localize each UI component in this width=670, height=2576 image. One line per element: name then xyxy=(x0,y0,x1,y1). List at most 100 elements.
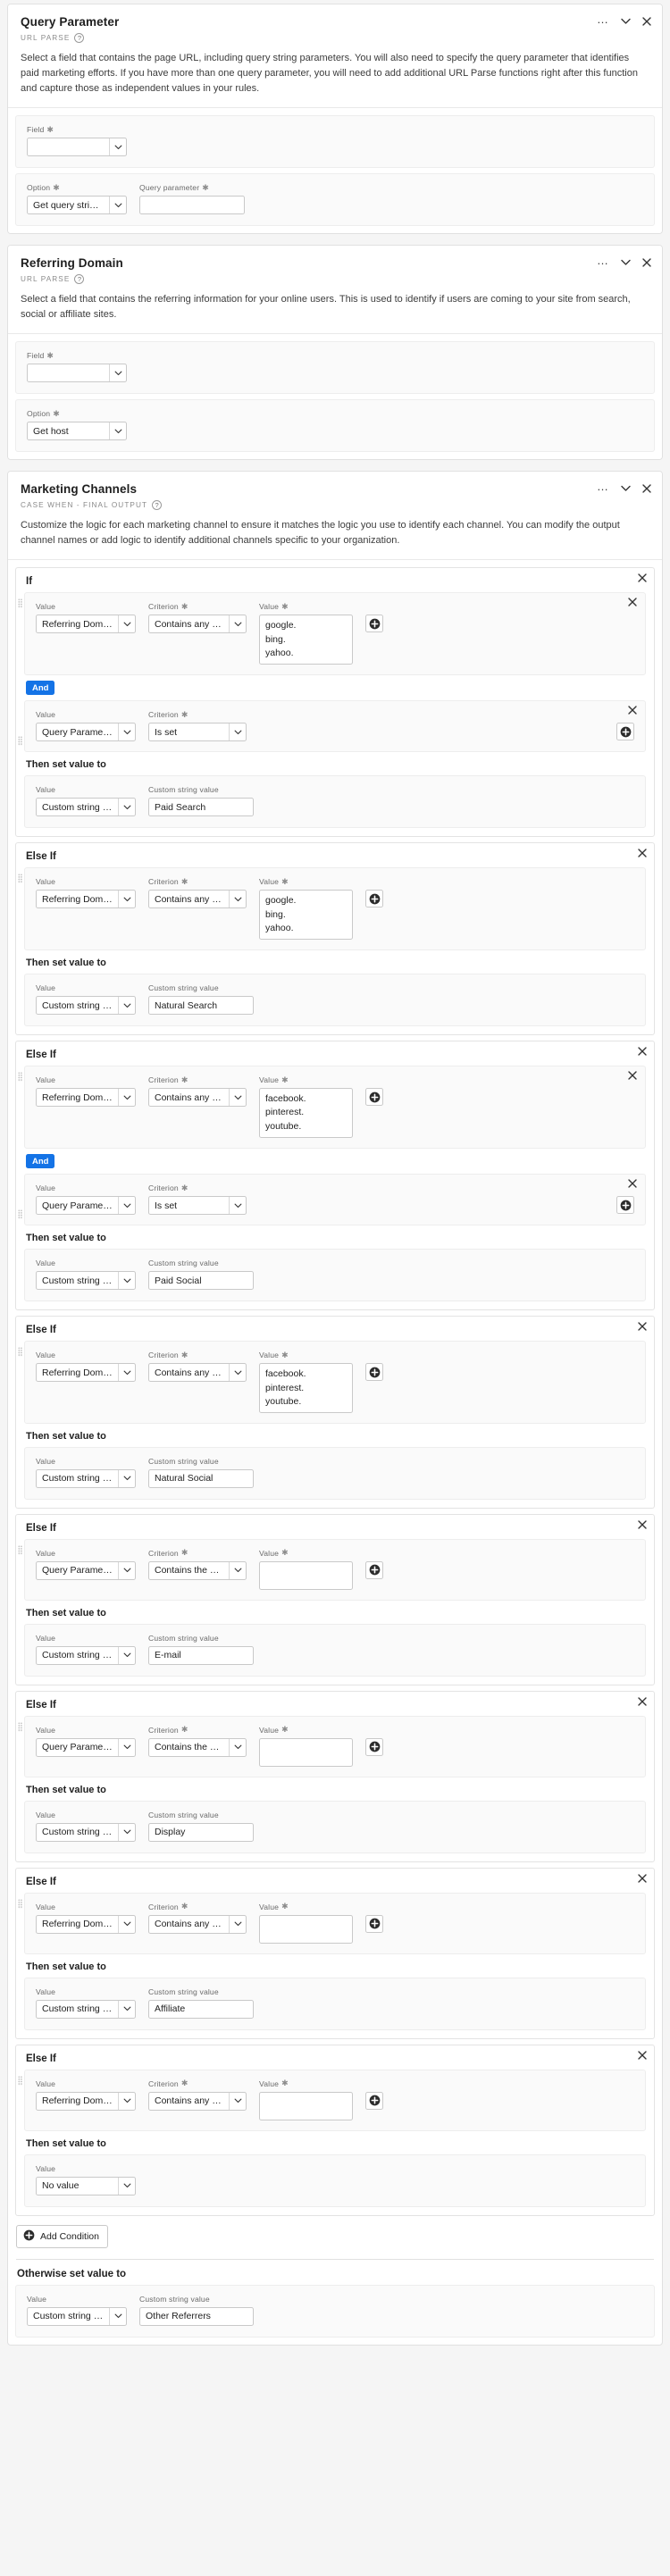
criterion-operator-select[interactable]: Is set xyxy=(148,723,247,742)
remove-condition-icon[interactable] xyxy=(638,1697,647,1706)
then-value-select[interactable]: Custom string value xyxy=(36,1999,136,2019)
drag-handle[interactable] xyxy=(18,874,22,884)
field-select[interactable] xyxy=(27,138,127,157)
then-value-select[interactable]: No value xyxy=(36,2176,136,2195)
add-value-button[interactable] xyxy=(365,1914,383,1933)
add-value-button[interactable] xyxy=(365,1560,383,1579)
and-joiner-button[interactable]: And xyxy=(26,681,55,696)
then-custom-input[interactable]: Display xyxy=(148,1822,254,1842)
more-options-icon[interactable]: … xyxy=(597,13,609,29)
otherwise-value-select[interactable]: Custom string value xyxy=(27,2306,127,2326)
chevron-down-icon[interactable] xyxy=(621,259,631,266)
criterion-operator-label: Criterion ✱ xyxy=(148,2079,247,2088)
add-value-button[interactable] xyxy=(365,1363,383,1382)
drag-handle[interactable] xyxy=(18,736,22,747)
drag-handle[interactable] xyxy=(18,1721,22,1732)
then-value-select[interactable]: Custom string value xyxy=(36,996,136,1016)
then-custom-label: Custom string value xyxy=(148,1811,254,1819)
criterion-value-select[interactable]: Query Parameter xyxy=(36,1560,136,1580)
remove-condition-icon[interactable] xyxy=(638,1520,647,1529)
criterion-target-input[interactable]: google. bing. yahoo. xyxy=(259,890,353,941)
drag-handle[interactable] xyxy=(18,1209,22,1220)
criterion-value-select[interactable]: Referring Domain xyxy=(36,1363,136,1383)
criterion-operator-select[interactable]: Contains any term xyxy=(148,1914,247,1934)
criterion-operator-select[interactable]: Contains the phrase xyxy=(148,1737,247,1757)
add-value-button[interactable] xyxy=(365,2091,383,2110)
otherwise-custom-input[interactable]: Other Referrers xyxy=(139,2306,254,2326)
add-value-button[interactable] xyxy=(365,1737,383,1756)
criterion-operator-select[interactable]: Contains any term xyxy=(148,2091,247,2111)
criterion-value-select[interactable]: Query Parameter xyxy=(36,723,136,742)
criterion-operator-group: Criterion ✱ Contains any term xyxy=(148,877,247,909)
then-custom-input[interactable]: E-mail xyxy=(148,1645,254,1665)
then-custom-input[interactable]: Affiliate xyxy=(148,1999,254,2019)
then-value-select[interactable]: Custom string value xyxy=(36,1468,136,1488)
criterion-operator-select[interactable]: Contains any term xyxy=(148,1088,247,1108)
add-value-button[interactable] xyxy=(616,1196,634,1215)
criterion-operator-select[interactable]: Contains any term xyxy=(148,890,247,909)
remove-condition-icon[interactable] xyxy=(638,573,647,583)
criterion-target-input[interactable] xyxy=(259,1560,353,1590)
criterion-target-input[interactable] xyxy=(259,2091,353,2120)
criterion-target-input[interactable]: facebook. pinterest. youtube. xyxy=(259,1088,353,1138)
option-select[interactable]: Get host xyxy=(27,422,127,441)
then-value-select[interactable]: Custom string value xyxy=(36,798,136,817)
add-value-button[interactable] xyxy=(365,890,383,908)
criterion-target-input[interactable] xyxy=(259,1914,353,1944)
criterion-value-select[interactable]: Query Parameter xyxy=(36,1737,136,1757)
add-value-button[interactable] xyxy=(365,615,383,633)
remove-criterion-icon[interactable] xyxy=(628,1179,637,1188)
add-condition-button[interactable]: Add Condition xyxy=(16,2224,108,2248)
remove-condition-icon[interactable] xyxy=(638,1874,647,1883)
drag-handle[interactable] xyxy=(18,2075,22,2086)
criterion-operator-select[interactable]: Is set xyxy=(148,1196,247,1216)
criterion-value-select[interactable]: Referring Domain xyxy=(36,890,136,909)
option-select[interactable]: Get query string value xyxy=(27,196,127,215)
then-custom-input[interactable]: Paid Social xyxy=(148,1271,254,1291)
remove-criterion-icon[interactable] xyxy=(628,706,637,715)
criterion-value-select[interactable]: Referring Domain xyxy=(36,615,136,634)
chevron-down-icon[interactable] xyxy=(621,485,631,492)
close-icon[interactable] xyxy=(642,484,651,493)
drag-handle[interactable] xyxy=(18,1898,22,1909)
remove-criterion-icon[interactable] xyxy=(628,1071,637,1080)
criterion-operator-select[interactable]: Contains the phrase xyxy=(148,1560,247,1580)
help-icon[interactable]: ? xyxy=(74,274,85,285)
field-select[interactable] xyxy=(27,364,127,383)
remove-condition-icon[interactable] xyxy=(638,849,647,858)
criterion-value-select[interactable]: Query Parameter xyxy=(36,1196,136,1216)
close-icon[interactable] xyxy=(642,16,651,26)
drag-handle[interactable] xyxy=(18,598,22,609)
remove-criterion-icon[interactable] xyxy=(628,598,637,607)
drag-handle[interactable] xyxy=(18,1544,22,1555)
criterion-target-input[interactable]: facebook. pinterest. youtube. xyxy=(259,1363,353,1413)
then-value-select[interactable]: Custom string value xyxy=(36,1645,136,1665)
more-options-icon[interactable]: … xyxy=(597,481,609,496)
remove-condition-icon[interactable] xyxy=(638,2051,647,2060)
close-icon[interactable] xyxy=(642,257,651,267)
then-value-select[interactable]: Custom string value xyxy=(36,1822,136,1842)
add-value-button[interactable] xyxy=(616,723,634,741)
criterion-value-select[interactable]: Referring Domain xyxy=(36,1088,136,1108)
criterion-value-select[interactable]: Referring Domain xyxy=(36,1914,136,1934)
criterion-value-select[interactable]: Referring Domain xyxy=(36,2091,136,2111)
drag-handle[interactable] xyxy=(18,1347,22,1358)
criterion-target-input[interactable] xyxy=(259,1737,353,1767)
more-options-icon[interactable]: … xyxy=(597,255,609,270)
remove-condition-icon[interactable] xyxy=(638,1322,647,1331)
help-icon[interactable]: ? xyxy=(152,500,163,511)
help-icon[interactable]: ? xyxy=(74,33,85,43)
criterion-operator-select[interactable]: Contains any term xyxy=(148,615,247,634)
then-custom-input[interactable]: Natural Social xyxy=(148,1468,254,1488)
chevron-down-icon[interactable] xyxy=(621,18,631,25)
add-value-button[interactable] xyxy=(365,1088,383,1107)
drag-handle[interactable] xyxy=(18,1072,22,1083)
and-joiner-button[interactable]: And xyxy=(26,1154,55,1169)
criterion-target-input[interactable]: google. bing. yahoo. xyxy=(259,615,353,665)
query-parameter-input[interactable] xyxy=(139,196,245,215)
remove-condition-icon[interactable] xyxy=(638,1047,647,1056)
then-custom-input[interactable]: Paid Search xyxy=(148,798,254,817)
then-custom-input[interactable]: Natural Search xyxy=(148,996,254,1016)
then-value-select[interactable]: Custom string value xyxy=(36,1271,136,1291)
criterion-operator-select[interactable]: Contains any term xyxy=(148,1363,247,1383)
